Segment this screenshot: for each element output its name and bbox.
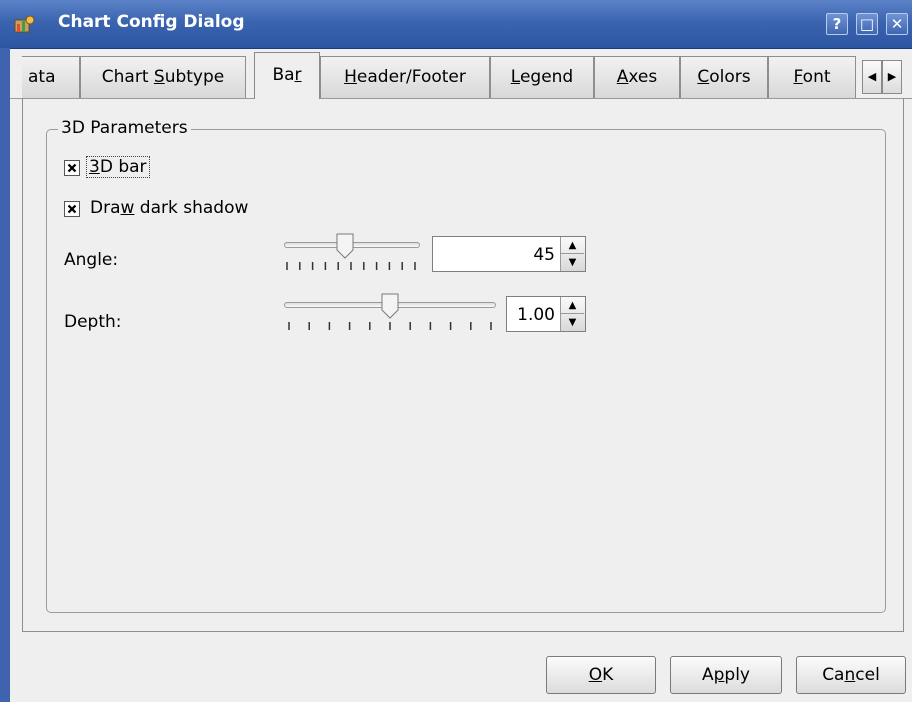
tab-font[interactable]: Font [768,56,856,98]
arrow-left-icon: ◀ [867,70,877,83]
help-icon: ? [832,15,842,33]
angle-slider-handle[interactable] [335,232,355,260]
checkbox-draw-dark-shadow-label: Draw dark shadow [90,198,249,218]
window-frame-left [0,48,10,702]
angle-value: 45 [533,245,555,265]
tab-colors[interactable]: Colors [680,56,768,98]
depth-value: 1.00 [517,305,555,325]
tab-chart-subtype[interactable]: Chart Subtype [80,56,246,98]
tab-axes[interactable]: Axes [594,56,680,98]
help-button[interactable]: ? [826,13,848,35]
depth-slider-ticks [288,322,492,330]
angle-slider-ticks [286,262,416,270]
app-icon [14,15,35,33]
arrow-down-icon: ▼ [568,317,577,328]
angle-spinbox[interactable]: 45 ▲ ▼ [432,236,586,272]
angle-label: Angle: [64,250,119,270]
ok-button[interactable]: OK [546,656,656,694]
checkbox-3d-bar-label: 3D bar [86,156,150,178]
group-title: 3D Parameters [58,118,191,138]
spin-down-button[interactable]: ▼ [561,314,584,331]
cancel-button[interactable]: Cancel [796,656,906,694]
arrow-up-icon: ▲ [568,300,577,311]
tab-legend[interactable]: Legend [490,56,594,98]
tab-data[interactable]: ata [22,56,80,98]
title-bar[interactable]: Chart Config Dialog ? □ ✕ [0,0,912,49]
depth-label: Depth: [64,312,122,332]
tab-label: ata [28,67,56,87]
maximize-button[interactable]: □ [856,13,878,35]
depth-slider-handle[interactable] [380,292,400,320]
angle-spin-arrows: ▲ ▼ [560,237,585,271]
close-icon: ✕ [890,15,904,33]
tab-scroll-right-button[interactable]: ▶ [882,60,902,94]
depth-spinbox[interactable]: 1.00 ▲ ▼ [506,296,586,332]
apply-button[interactable]: Apply [670,656,782,694]
depth-spin-arrows: ▲ ▼ [560,297,585,331]
tab-header-footer[interactable]: Header/Footer [320,56,490,98]
checkbox-checked-icon [64,160,80,176]
spin-down-button[interactable]: ▼ [561,254,584,271]
close-button[interactable]: ✕ [886,13,908,35]
window-title: Chart Config Dialog [58,12,245,32]
spin-up-button[interactable]: ▲ [561,297,584,314]
checkbox-checked-icon [64,201,80,217]
spin-up-button[interactable]: ▲ [561,237,584,254]
arrow-down-icon: ▼ [568,257,577,268]
arrow-right-icon: ▶ [887,70,897,83]
maximize-icon: □ [859,15,875,33]
tab-scroll-left-button[interactable]: ◀ [862,60,882,94]
arrow-up-icon: ▲ [568,240,577,251]
tab-bar[interactable]: Bar [254,52,320,99]
